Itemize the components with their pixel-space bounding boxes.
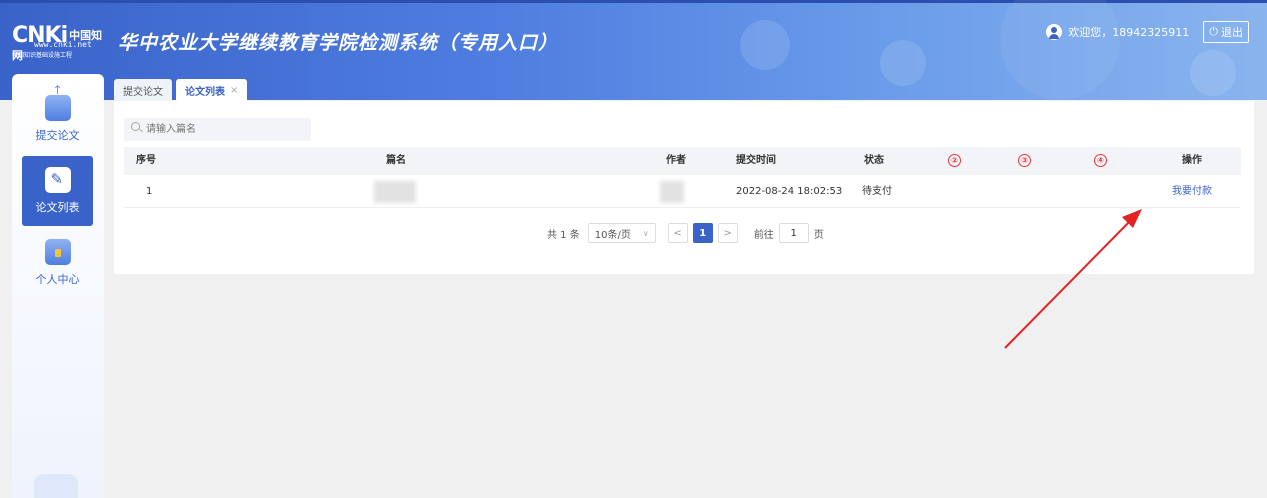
logo-subtitle: 中国知识基础设施工程 [12, 52, 73, 59]
chevron-down-icon: ∨ [642, 228, 649, 238]
column-header-action: 操作 [1182, 155, 1202, 166]
row-status: 待支付 [862, 186, 892, 197]
tab-bar: 提交论文 论文列表 × [114, 79, 251, 101]
column-header-index: 序号 [136, 155, 156, 166]
upload-icon [44, 83, 71, 121]
table-header: 序号 篇名 作者 提交时间 状态 ② ③ ④ 操作 [124, 147, 1241, 175]
page-number: 1 [699, 227, 707, 239]
decor-bubble [1000, 0, 1120, 100]
sidebar-item-submit[interactable]: 提交论文 [22, 83, 93, 154]
goto-page-input[interactable] [778, 223, 809, 243]
sidebar: 提交论文 论文列表 个人中心 [12, 74, 104, 498]
total-count: 共 1 条 [547, 229, 580, 241]
goto-prefix: 前往 [753, 229, 774, 241]
edit-icon [44, 167, 71, 193]
goto-suffix: 页 [813, 229, 824, 241]
welcome-text: 欢迎您，18942325911 [1068, 26, 1190, 39]
chevron-left-icon: < [673, 227, 682, 239]
circled-number-icon: ② [948, 154, 961, 167]
chevron-right-icon: > [723, 227, 732, 239]
power-icon: ⏻ [1209, 25, 1218, 38]
search-input[interactable] [124, 118, 311, 141]
decor-bubble [880, 40, 926, 86]
redacted-title [374, 181, 416, 203]
sidebar-item-personal-center[interactable]: 个人中心 [22, 228, 93, 298]
row-submit-time: 2022-08-24 18:02:53 [736, 186, 843, 197]
sidebar-item-paper-list[interactable]: 论文列表 [22, 156, 93, 226]
page-number-button[interactable]: 1 [692, 223, 713, 243]
logo-url: www.cnki.net [34, 40, 92, 49]
tab-label: 提交论文 [123, 86, 163, 98]
circled-number-icon: ③ [1018, 154, 1031, 167]
logout-button[interactable]: ⏻ 退出 [1203, 21, 1249, 43]
sidebar-item-label: 提交论文 [35, 129, 80, 142]
logout-label: 退出 [1221, 26, 1243, 39]
decor-bubble [1190, 50, 1236, 96]
avatar-icon [1046, 24, 1063, 40]
page-jump: 前往 页 [754, 223, 824, 243]
page-size-value: 10条/页 [594, 229, 631, 241]
search-icon [131, 122, 140, 131]
user-area: 欢迎您，18942325911 ⏻ 退出 [1046, 21, 1249, 43]
cnki-logo[interactable]: CNKi 中国知网 www.cnki.net 中国知识基础设施工程 [12, 25, 112, 63]
table-row: 1 2022-08-24 18:02:53 待支付 我要付款 [124, 175, 1241, 208]
next-page-button[interactable]: > [717, 223, 738, 243]
column-header-author: 作者 [666, 155, 686, 166]
prev-page-button[interactable]: < [667, 223, 688, 243]
pagination: 共 1 条 10条/页 ∨ < 1 > 前往 页 [547, 223, 824, 243]
close-icon[interactable]: × [230, 85, 238, 96]
row-index: 1 [146, 186, 153, 197]
page-size-select[interactable]: 10条/页 ∨ [587, 223, 656, 243]
tab-paper-list[interactable]: 论文列表 × [176, 79, 248, 101]
circled-number-icon: ④ [1094, 154, 1107, 167]
column-header-title: 篇名 [386, 155, 406, 166]
site-title: 华中农业大学继续教育学院检测系统（专用入口） [118, 32, 559, 54]
column-header-submit-time: 提交时间 [736, 155, 776, 166]
column-header-status: 状态 [864, 155, 884, 166]
pay-now-link[interactable]: 我要付款 [1172, 175, 1212, 208]
sidebar-item-label: 论文列表 [35, 201, 80, 214]
redacted-author [660, 181, 684, 203]
tab-submit[interactable]: 提交论文 [114, 79, 172, 101]
tab-label: 论文列表 [185, 86, 225, 98]
sidebar-item-label: 个人中心 [35, 273, 80, 286]
sidebar-decoration [34, 474, 78, 498]
content-card: 序号 篇名 作者 提交时间 状态 ② ③ ④ 操作 1 2022-08-24 1… [114, 101, 1254, 274]
user-center-icon [44, 239, 71, 265]
decor-bubble [740, 20, 790, 70]
